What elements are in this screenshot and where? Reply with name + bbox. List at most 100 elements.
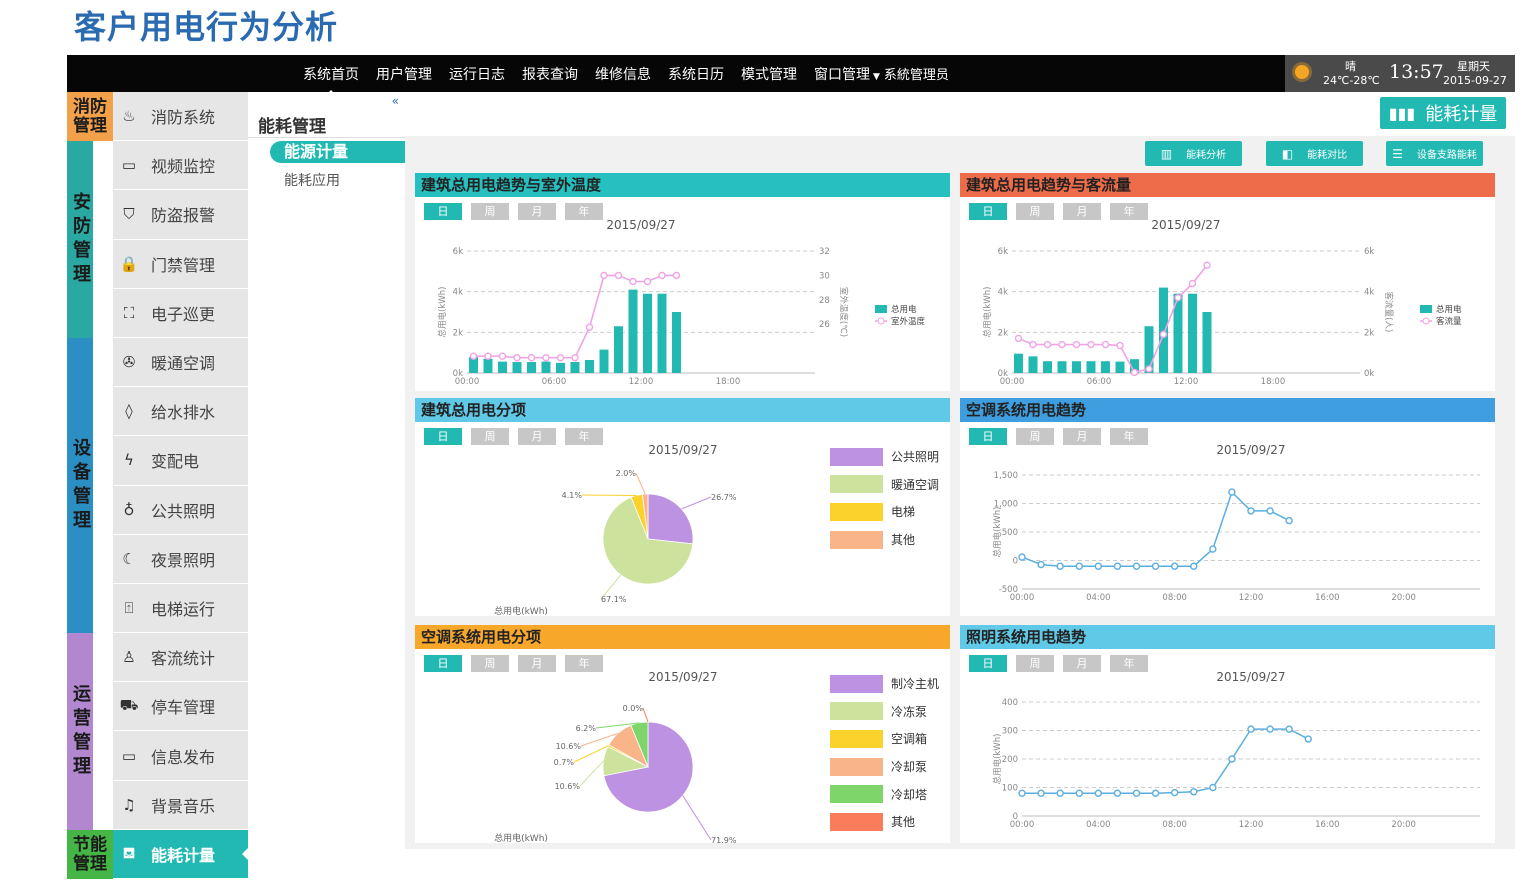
legend-label: 公共照明	[891, 450, 940, 465]
y-tick-label: 6k	[998, 247, 1008, 257]
x-tick-label: 12:00	[629, 377, 654, 387]
energy-compare-label: 能耗对比	[1307, 150, 1348, 161]
bar	[599, 349, 609, 373]
pie-slice	[647, 493, 694, 545]
sidebar-item-14[interactable]: ♫ 背景音乐	[113, 780, 248, 830]
legend-label: 其他	[891, 533, 916, 548]
data-point	[498, 352, 507, 360]
bar	[570, 362, 580, 373]
data-point	[1285, 516, 1293, 525]
legend-item[interactable]: 其他	[830, 526, 939, 554]
sidebar-item-6[interactable]: ◊ 给水排水	[113, 387, 248, 437]
weather-temp: 24℃-28℃	[1323, 74, 1380, 87]
data-point	[1132, 562, 1141, 570]
legend-swatch	[1420, 305, 1432, 313]
sidebar-item-9[interactable]: ☾ 夜景照明	[113, 534, 248, 584]
nav-logs[interactable]: 运行日志	[449, 64, 505, 84]
y2-tick-label: 2k	[1364, 328, 1374, 338]
x-tick-label: 04:00	[1086, 593, 1111, 603]
sidebar-item-1[interactable]: ▭ 视频监控	[113, 141, 248, 191]
data-point	[1170, 562, 1179, 570]
sidebar-item-15[interactable]: ⛾ 能耗计量	[113, 829, 249, 879]
pie-leader-line	[642, 707, 649, 723]
nav-users[interactable]: 用户管理	[376, 64, 432, 84]
bar	[1115, 361, 1125, 373]
sidebar-menu: ♨ 消防系统 ▭ 视频监控 ⛉ 防盗报警 🔒 门禁管理 ⛶ 电子巡更 ✇ 暖通空调 ◊ 给水排水 ϟ 变配电 ♁…	[113, 92, 249, 879]
data-point	[585, 323, 594, 331]
collapse-icon[interactable]: «	[392, 94, 399, 108]
chart-title: 2015/09/27	[1216, 670, 1285, 684]
sidebar-item-2[interactable]: ⛉ 防盗报警	[113, 190, 248, 240]
nav-maintenance[interactable]: 维修信息	[595, 64, 651, 84]
elevator-icon: ⍐	[124, 598, 134, 617]
chart-canvas: 2015/09/270100200300400总用电(kWh)00:00 04:0…	[992, 670, 1480, 830]
top-navigation-bar: 系统首页 用户管理 运行日志 报表查询 维修信息 系统日历 模式管理 窗口管理 ▼…	[67, 55, 1515, 96]
nav-window[interactable]: 窗口管理 ▼	[814, 64, 880, 84]
sidebar-item-10[interactable]: ⍐ 电梯运行	[113, 583, 248, 634]
category-1: 安防管理	[67, 141, 93, 338]
panel-total-power-vs-traffic: 建筑总用电趋势与客流量 日周月年 2015/09/27 0k 2k 4k 6k 0k 2k 4k…	[960, 173, 1495, 391]
legend-item[interactable]: 其他	[830, 808, 939, 836]
chart-title: 2015/09/27	[1216, 443, 1285, 457]
nav-user[interactable]: 系統管理员	[884, 64, 949, 83]
legend-item[interactable]: 暖通空调	[830, 471, 939, 499]
energy-analysis-button[interactable]: ▥ 能耗分析	[1145, 141, 1242, 166]
bar	[512, 362, 522, 373]
data-point	[1094, 789, 1103, 797]
sidebar-item-5[interactable]: ✇ 暖通空调	[113, 337, 248, 388]
legend-item[interactable]: 制冷主机	[830, 670, 939, 698]
y2-tick-label: 28	[819, 296, 830, 306]
energy-compare-button[interactable]: ◧ 能耗对比	[1266, 141, 1363, 166]
bar	[614, 326, 623, 373]
sub-item-energy-application[interactable]: 能耗应用	[284, 170, 340, 190]
pie-legend: 公共照明暖通空调 电梯其他	[830, 443, 939, 553]
energy-metering-button[interactable]: ▮▮▮ 能耗计量	[1380, 97, 1506, 129]
legend-item[interactable]: 冷却泵	[830, 753, 939, 781]
sidebar-item-3[interactable]: 🔒 门禁管理	[113, 239, 248, 289]
legend-label: 总用电	[1436, 304, 1462, 315]
sidebar-item-13[interactable]: ▭ 信息发布	[113, 731, 248, 781]
sidebar-item-0[interactable]: ♨ 消防系统	[113, 92, 248, 142]
music-icon: ♫	[122, 795, 136, 814]
data-point	[1145, 365, 1153, 373]
pie-leader-line	[681, 496, 712, 510]
bulb-icon: ♁	[123, 500, 135, 519]
branch-energy-button[interactable]: ☰ 设备支路能耗	[1386, 141, 1483, 166]
legend-label: 制冷主机	[891, 677, 940, 692]
data-point	[1132, 789, 1141, 797]
content-header: ▮▮▮ 能耗计量	[405, 92, 1515, 136]
sidebar-item-4[interactable]: ⛶ 电子巡更	[113, 288, 248, 338]
bar	[498, 361, 507, 373]
x-tick-label: 16:00	[1315, 820, 1340, 830]
legend-item[interactable]: 电梯	[830, 498, 939, 526]
sidebar-item-11[interactable]: ♙ 客流统计	[113, 633, 248, 683]
nav-home[interactable]: 系统首页	[303, 64, 359, 96]
content-footer	[405, 849, 1515, 878]
sun-icon	[1295, 65, 1309, 79]
legend-item[interactable]: 空调箱	[830, 725, 939, 753]
nav-modes[interactable]: 模式管理	[741, 64, 797, 84]
data-point	[1087, 340, 1095, 349]
sidebar-item-label: 夜景照明	[151, 550, 216, 570]
sub-item-energy-metering[interactable]: 能源计量	[270, 141, 405, 163]
legend-swatch	[830, 812, 883, 831]
nav-reports[interactable]: 报表查询	[522, 64, 578, 84]
clock-time: 13:57	[1389, 61, 1444, 83]
legend-item[interactable]: 冷冻泵	[830, 698, 939, 726]
y-tick-label: 300	[1002, 727, 1018, 737]
sidebar-item-8[interactable]: ♁ 公共照明	[113, 485, 248, 535]
chart-canvas: 2015/09/27-50005001,0001,500总用电(kWh)00:0…	[992, 443, 1480, 603]
x-tick-label: 16:00	[1315, 593, 1340, 603]
legend-item[interactable]: 冷却塔	[830, 780, 939, 808]
legend-item[interactable]: 公共照明	[830, 443, 939, 471]
data-point	[629, 277, 637, 286]
sidebar-item-12[interactable]: ⛟ 停车管理	[113, 682, 248, 732]
sidebar-item-7[interactable]: ϟ 变配电	[113, 436, 248, 486]
branch-energy-label: 设备支路能耗	[1416, 150, 1477, 161]
sidebar-item-label: 电子巡更	[151, 304, 216, 324]
y-axis-label: 总用电(kWh)	[992, 507, 1003, 558]
pie-data-label: 10.6%	[555, 782, 581, 791]
sidebar-item-label: 停车管理	[151, 698, 216, 718]
nav-calendar[interactable]: 系统日历	[668, 64, 724, 84]
y2-tick-label: 32	[819, 247, 830, 257]
